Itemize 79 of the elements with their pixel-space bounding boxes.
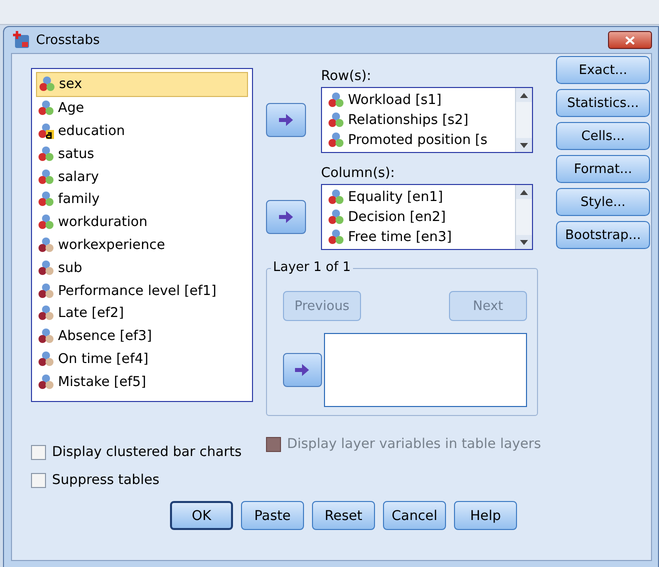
variable-icon: [38, 168, 54, 185]
variable-icon: [38, 236, 54, 253]
checkbox-label: Display clustered bar charts: [52, 444, 242, 460]
variable-icon: [38, 214, 54, 230]
variable-icon: [38, 305, 54, 322]
rows-list[interactable]: Workload [s1] Relationships [s2] Promoted position [s: [321, 87, 533, 153]
scroll-down-icon[interactable]: [520, 142, 528, 148]
dialog-button[interactable]: Statistics...: [556, 89, 650, 117]
checkbox[interactable]: [31, 472, 46, 488]
variable-item[interactable]: workduration: [36, 210, 248, 234]
layer-title: Layer 1 of 1: [271, 260, 353, 275]
variable-name[interactable]: Workload [s1]: [348, 92, 442, 108]
scroll-up-icon[interactable]: [520, 92, 528, 98]
variable-name[interactable]: Promoted position [s: [348, 132, 488, 148]
dialog-button[interactable]: Exact...: [556, 56, 650, 84]
variable-icon: [38, 260, 54, 276]
variable-item[interactable]: Age: [36, 96, 248, 120]
variable-icon: [38, 350, 54, 367]
variable-list[interactable]: sex Age education satus salary family workduration workexperience sub Performance level [ef1] Late [ef2] Absence [ef3] On time [ef4] Mistake [ef5]: [31, 68, 253, 402]
variable-icon: [38, 374, 54, 390]
variable-item[interactable]: Absence [ef3]: [36, 324, 248, 348]
variable-item[interactable]: Late [ef2]: [36, 302, 248, 325]
move-arrow-button[interactable]: [266, 200, 306, 234]
move-arrow-button[interactable]: [283, 353, 322, 387]
variable-icon: [38, 100, 54, 116]
variable-icon: [328, 209, 344, 225]
dialog-button[interactable]: Cancel: [383, 501, 446, 530]
variable-icon: [328, 229, 344, 245]
variable-item[interactable]: On time [ef4]: [36, 348, 248, 370]
rows-label: Row(s):: [321, 68, 372, 86]
variable-name[interactable]: Relationships [s2]: [348, 112, 468, 128]
variable-item[interactable]: satus: [36, 142, 248, 166]
dialog-button[interactable]: Cells...: [556, 122, 650, 150]
variable-icon: [328, 112, 344, 128]
variable-icon: [328, 132, 344, 148]
scroll-up-icon[interactable]: [520, 190, 528, 194]
variable-name[interactable]: Decision [en2]: [348, 209, 446, 225]
scrollbar[interactable]: [515, 88, 532, 152]
variable-name[interactable]: Free time [en3]: [348, 229, 452, 245]
close-icon: [625, 36, 635, 44]
variable-icon: [39, 76, 55, 92]
dialog-button[interactable]: Format...: [556, 155, 650, 183]
columns-label: Column(s):: [321, 165, 396, 183]
variable-item[interactable]: sex: [36, 72, 248, 97]
variable-icon: [38, 282, 54, 299]
checkbox-label: Suppress tables: [52, 472, 160, 488]
arrow-icon: [278, 114, 294, 126]
app-icon: [12, 31, 30, 49]
dialog-button[interactable]: Bootstrap...: [556, 221, 650, 249]
scroll-down-icon[interactable]: [520, 240, 528, 244]
variable-item[interactable]: family: [36, 188, 248, 211]
variable-item[interactable]: workexperience: [36, 234, 248, 256]
variable-icon: [328, 189, 344, 205]
arrow-icon: [294, 364, 310, 376]
dialog-button[interactable]: Paste: [241, 501, 304, 530]
arrow-icon: [278, 211, 294, 223]
variable-item[interactable]: Mistake [ef5]: [36, 370, 248, 394]
scrollbar[interactable]: [515, 185, 532, 249]
dialog-button[interactable]: Help: [454, 501, 517, 530]
variable-item[interactable]: education: [36, 120, 248, 142]
variable-icon: [38, 146, 54, 162]
move-arrow-button[interactable]: [266, 103, 306, 137]
layer-list[interactable]: [324, 333, 527, 407]
dialog-button[interactable]: Style...: [556, 188, 650, 216]
checkbox[interactable]: [31, 444, 46, 460]
variable-item[interactable]: sub: [36, 256, 248, 280]
dialog-button[interactable]: OK: [170, 501, 233, 530]
variable-item[interactable]: Performance level [ef1]: [36, 279, 248, 302]
dialog-button[interactable]: Reset: [312, 501, 375, 530]
variable-icon: [38, 328, 54, 344]
close-button[interactable]: [608, 31, 652, 49]
window-title: Crosstabs: [36, 32, 100, 48]
checkbox-label: Display layer variables in table layers: [287, 436, 541, 452]
variable-item[interactable]: salary: [36, 165, 248, 188]
variable-icon: [38, 122, 54, 139]
variable-icon: [328, 92, 344, 108]
variable-name[interactable]: Equality [en1]: [348, 189, 443, 205]
variable-icon: [38, 191, 54, 208]
columns-list[interactable]: Equality [en1] Decision [en2] Free time [en3]: [321, 184, 533, 250]
